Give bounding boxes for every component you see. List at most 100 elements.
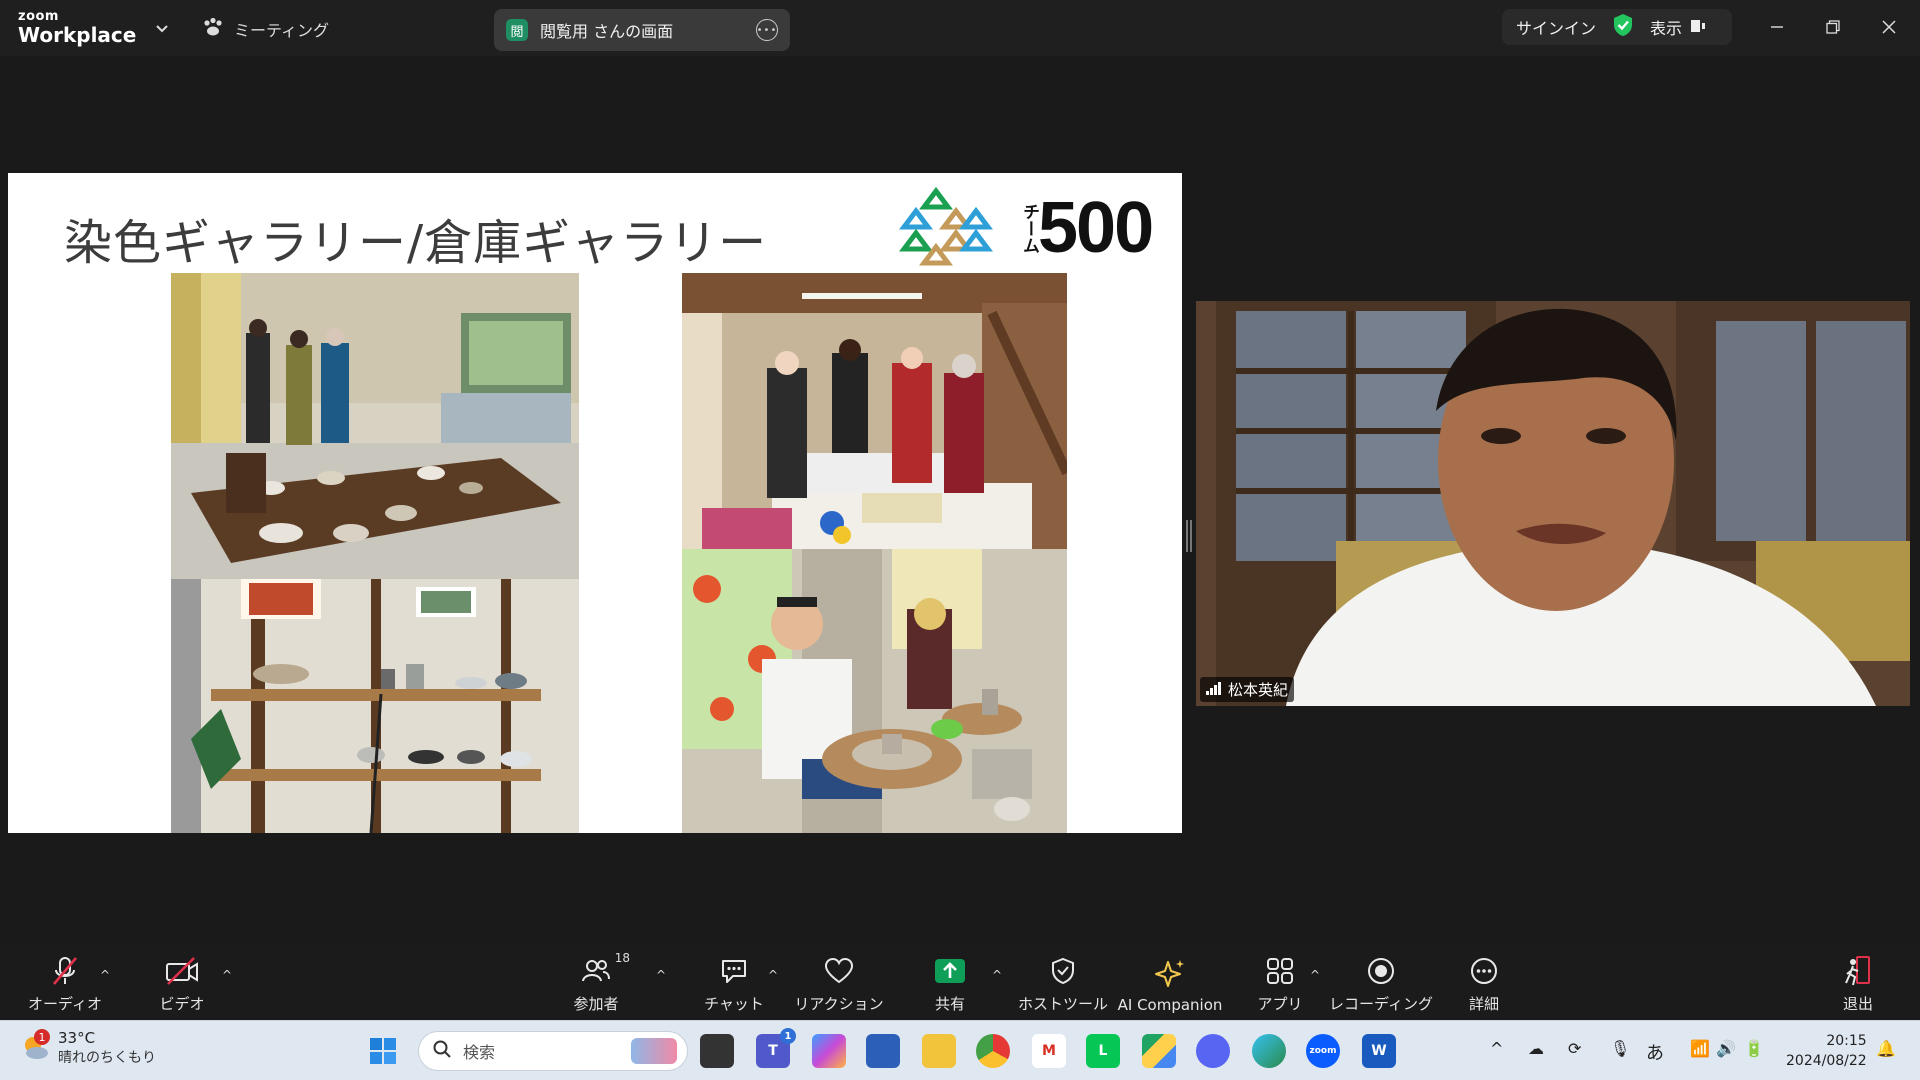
restore-icon[interactable] (1818, 12, 1848, 42)
more-button[interactable]: 詳細 (1464, 946, 1504, 1020)
dye-gallery-photo (171, 273, 579, 579)
onedrive-icon[interactable]: ☁ (1528, 1039, 1544, 1058)
share-title: 閲覧用 さんの画面 (540, 22, 674, 41)
taskbar-search[interactable]: 検索 (418, 1031, 688, 1071)
close-icon[interactable] (1874, 12, 1904, 42)
speaker-video: 松本英紀 (1196, 301, 1910, 706)
microsoft-store-icon[interactable] (866, 1034, 900, 1068)
video-options-caret[interactable]: ^ (222, 968, 232, 982)
weather-alert-badge: 1 (34, 1029, 50, 1045)
weather-temperature: 33°C (58, 1029, 96, 1047)
apps-label: アプリ (1257, 995, 1303, 1013)
shared-screen-slide: 染色ギャラリー/倉庫ギャラリー チーム 500 (8, 173, 1182, 833)
show-hidden-icons-chevron[interactable]: ^ (1490, 1039, 1503, 1058)
teams-badge: 1 (780, 1028, 796, 1044)
ai-companion-label: AI Companion (1117, 996, 1223, 1014)
windows-start-icon[interactable] (366, 1034, 400, 1068)
line-icon[interactable]: L (1086, 1034, 1120, 1068)
panel-resize-handle[interactable] (1186, 520, 1192, 552)
apps-options-caret[interactable]: ^ (1310, 968, 1320, 982)
video-label: ビデオ (159, 995, 205, 1013)
chevron-down-icon[interactable] (152, 18, 172, 38)
weather-widget[interactable]: 1 33°C 晴れのちくもり (20, 1029, 156, 1067)
audio-label: オーディオ (28, 995, 102, 1013)
brand-big: Workplace (18, 23, 137, 47)
host-tools-button[interactable]: ホストツール (1018, 946, 1108, 1020)
team-500-logo: チーム 500 (896, 181, 1176, 271)
word-icon[interactable]: W (1362, 1034, 1396, 1068)
speaker-name-tag: 松本英紀 (1200, 677, 1295, 702)
leave-button[interactable]: 退出 (1838, 946, 1878, 1020)
security-shield-icon[interactable] (1612, 13, 1634, 41)
video-button[interactable]: ビデオ (150, 946, 214, 1020)
view-button[interactable]: 表示 (1650, 15, 1706, 39)
meeting-button[interactable]: ミーティング (202, 14, 329, 44)
participants-options-caret[interactable]: ^ (656, 968, 666, 982)
copilot-icon[interactable] (812, 1034, 846, 1068)
apps-icon (1260, 953, 1300, 989)
search-placeholder: 検索 (463, 1043, 496, 1062)
zoom-workplace-logo: zoom Workplace (18, 10, 136, 45)
signal-strength-icon (1206, 681, 1222, 699)
wifi-icon[interactable]: 📶 (1690, 1039, 1710, 1058)
more-options-icon[interactable]: ••• (756, 19, 778, 41)
chat-button[interactable]: チャット (704, 946, 764, 1020)
task-view-icon[interactable] (700, 1034, 734, 1068)
edge-icon[interactable] (1252, 1034, 1286, 1068)
slide-title: 染色ギャラリー/倉庫ギャラリー (64, 215, 768, 271)
battery-icon[interactable]: 🔋 (1744, 1039, 1764, 1058)
shield-icon (1043, 953, 1083, 989)
warehouse-gallery-photo (171, 579, 579, 833)
participants-button[interactable]: 18 参加者 (566, 946, 630, 1020)
leave-label: 退出 (1842, 995, 1873, 1013)
reactions-button[interactable]: リアクション (794, 946, 884, 1020)
weather-description: 晴れのちくもり (58, 1050, 156, 1066)
mic-muted-icon (45, 953, 85, 989)
discord-icon[interactable] (1196, 1034, 1230, 1068)
chat-options-caret[interactable]: ^ (768, 968, 778, 982)
screen-share-indicator[interactable]: 閲 閲覧用 さんの画面 ••• (494, 9, 790, 51)
logo-number: 500 (1038, 188, 1154, 268)
sharer-avatar-badge: 閲 (506, 19, 528, 41)
more-label: 詳細 (1468, 995, 1499, 1013)
volume-icon[interactable]: 🔊 (1716, 1039, 1736, 1058)
more-dots-icon (1464, 953, 1504, 989)
recording-label: レコーディング (1329, 995, 1433, 1013)
ime-indicator[interactable]: あ (1646, 1039, 1664, 1065)
title-bar: zoom Workplace ミーティング 閲 閲覧用 さんの画面 ••• サイ… (0, 0, 1920, 56)
sparkle-icon (1150, 956, 1190, 992)
recording-button[interactable]: レコーディング (1329, 946, 1433, 1020)
zoom-app-icon[interactable]: zoom (1306, 1034, 1340, 1068)
dyeing-workshop-photo (682, 273, 1067, 549)
view-layout-icon (1690, 18, 1706, 37)
reactions-label: リアクション (794, 995, 884, 1013)
google-drive-icon[interactable] (1142, 1034, 1176, 1068)
ai-companion-button[interactable]: AI Companion (1117, 946, 1223, 1020)
audio-button[interactable]: オーディオ (28, 946, 102, 1020)
system-clock[interactable]: 20:15 2024/08/22 (1786, 1031, 1867, 1071)
share-label: 共有 (934, 995, 965, 1013)
share-screen-icon (930, 953, 970, 989)
sync-icon[interactable]: ⟳ (1568, 1039, 1581, 1058)
heart-icon (819, 953, 859, 989)
notification-bell-icon[interactable]: 🔔 (1876, 1039, 1896, 1058)
teams-icon[interactable]: T 1 (756, 1028, 796, 1068)
microphone-icon[interactable]: 🎙 (1610, 1039, 1630, 1058)
clock-time: 20:15 (1826, 1033, 1867, 1049)
audio-options-caret[interactable]: ^ (100, 968, 110, 982)
search-highlight-icon (631, 1038, 677, 1064)
participants-label: 参加者 (573, 995, 619, 1013)
logo-side-text: チーム (1019, 203, 1039, 254)
share-options-caret[interactable]: ^ (992, 968, 1002, 982)
chat-label: チャット (704, 995, 764, 1013)
meeting-controls-toolbar: オーディオ ^ ビデオ ^ 18 参加者 ^ チャット ^ リアクション 共有 … (0, 946, 1920, 1020)
windows-taskbar: 1 33°C 晴れのちくもり 検索 T 1 M L zoom W ^ ☁ ⟳ 🎙… (0, 1020, 1920, 1080)
apps-button[interactable]: アプリ (1257, 946, 1303, 1020)
minimize-icon[interactable] (1762, 12, 1792, 42)
chrome-icon[interactable] (976, 1034, 1010, 1068)
gmail-icon[interactable]: M (1032, 1034, 1066, 1068)
host-tools-label: ホストツール (1018, 995, 1109, 1013)
signin-button[interactable]: サインイン (1516, 15, 1596, 39)
share-button[interactable]: 共有 (930, 946, 970, 1020)
file-explorer-icon[interactable] (922, 1034, 956, 1068)
